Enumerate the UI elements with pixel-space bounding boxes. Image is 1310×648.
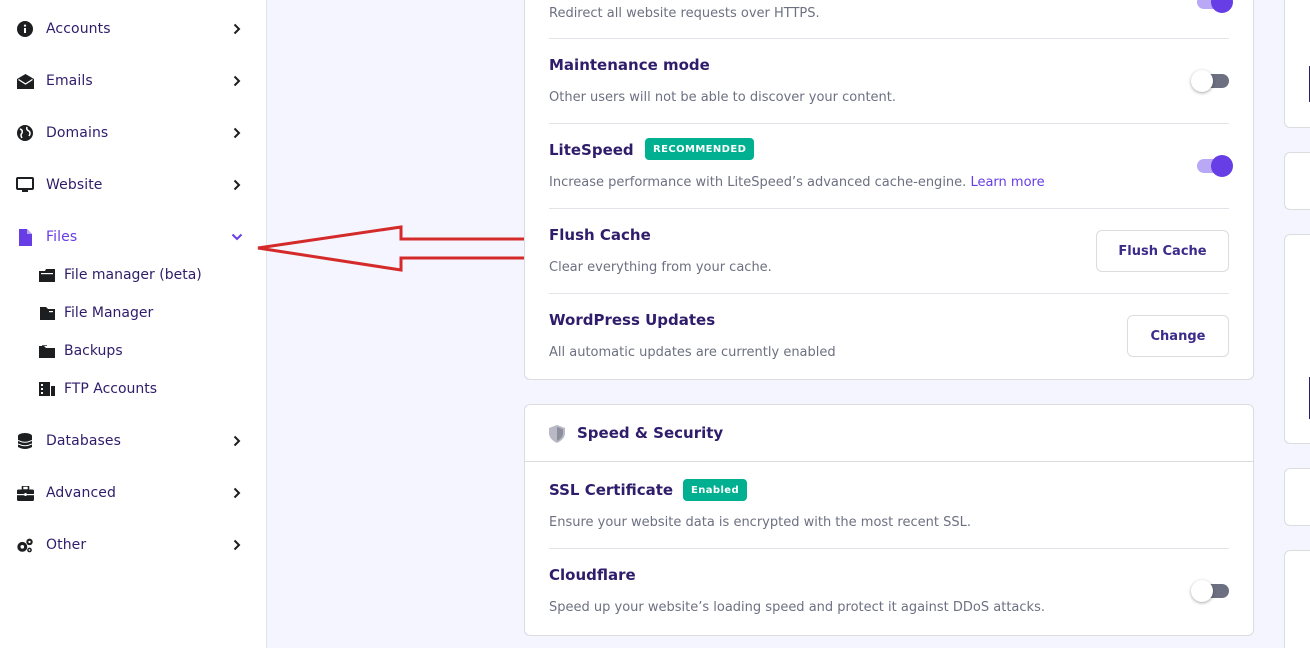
change-updates-button[interactable]: Change — [1127, 315, 1229, 357]
sidebar-subitem-backups[interactable]: Backups — [0, 335, 266, 367]
info-icon — [16, 20, 34, 38]
monitor-icon — [16, 176, 34, 194]
right-card-2 — [1284, 152, 1310, 210]
flush-cache-description: Clear everything from your cache. — [549, 260, 772, 275]
sidebar-item-domains[interactable]: Domains — [0, 113, 266, 153]
backup-folder-icon — [39, 343, 55, 359]
divider — [549, 208, 1229, 209]
ssl-certificate-description: Ensure your website data is encrypted wi… — [549, 515, 971, 530]
cloudflare-description: Speed up your website’s loading speed an… — [549, 600, 1045, 615]
sidebar-item-label: Databases — [46, 433, 121, 449]
envelope-icon — [16, 72, 34, 90]
sidebar-subitem-ftp-accounts[interactable]: FTP Accounts — [0, 373, 266, 405]
sidebar-item-accounts[interactable]: Accounts — [0, 9, 266, 49]
divider — [549, 293, 1229, 294]
maintenance-mode-title: Maintenance mode — [549, 56, 710, 74]
sidebar-item-other[interactable]: Other — [0, 525, 266, 565]
website-settings-card: Redirect all website requests over HTTPS… — [524, 0, 1254, 380]
litespeed-title: LiteSpeed — [549, 141, 634, 159]
sidebar-item-label: Website — [46, 177, 103, 193]
flush-cache-title: Flush Cache — [549, 226, 651, 244]
toolbox-icon — [16, 484, 34, 502]
chevron-right-icon — [231, 435, 243, 447]
gears-icon — [16, 536, 34, 554]
wordpress-updates-title: WordPress Updates — [549, 311, 716, 329]
chevron-right-icon — [231, 179, 243, 191]
sidebar-item-label: Emails — [46, 73, 93, 89]
right-card-4 — [1284, 468, 1310, 526]
globe-icon — [16, 124, 34, 142]
database-icon — [16, 432, 34, 450]
ssl-enabled-badge: Enabled — [683, 479, 748, 501]
sidebar-item-label: Domains — [46, 125, 109, 141]
chevron-right-icon — [231, 75, 243, 87]
sidebar-item-label: Other — [46, 537, 87, 553]
https-description: Redirect all website requests over HTTPS… — [549, 6, 820, 21]
ssl-certificate-title: SSL Certificate — [549, 481, 674, 499]
chevron-right-icon — [231, 23, 243, 35]
sidebar-item-emails[interactable]: Emails — [0, 61, 266, 101]
divider — [549, 38, 1229, 39]
chevron-right-icon — [231, 539, 243, 551]
header-divider — [525, 461, 1253, 462]
folder-open-icon — [39, 267, 55, 283]
litespeed-description: Increase performance with LiteSpeed’s ad… — [549, 175, 1045, 190]
sidebar-item-label: Accounts — [46, 21, 111, 37]
sidebar-item-label: Advanced — [46, 485, 116, 501]
sidebar-subitem-file-manager[interactable]: File Manager — [0, 297, 266, 329]
sidebar-item-advanced[interactable]: Advanced — [0, 473, 266, 513]
right-card-5 — [1284, 550, 1310, 648]
maintenance-mode-toggle[interactable] — [1191, 70, 1233, 92]
litespeed-description-text: Increase performance with LiteSpeed’s ad… — [549, 175, 967, 190]
divider — [549, 123, 1229, 124]
annotation-arrow — [257, 225, 543, 272]
sidebar: Accounts Emails Domains Website Files Fi… — [0, 0, 267, 648]
chevron-right-icon — [231, 127, 243, 139]
right-card-1 — [1284, 0, 1310, 128]
sidebar-subitem-label: File Manager — [64, 305, 154, 321]
sidebar-subitem-label: File manager (beta) — [64, 267, 202, 283]
chevron-right-icon — [231, 487, 243, 499]
flush-cache-button[interactable]: Flush Cache — [1096, 230, 1229, 272]
sidebar-subitem-label: Backups — [64, 343, 123, 359]
sidebar-item-website[interactable]: Website — [0, 165, 266, 205]
sidebar-item-label: Files — [46, 229, 78, 245]
cloudflare-toggle[interactable] — [1191, 580, 1233, 602]
sidebar-subitem-label: FTP Accounts — [64, 381, 158, 397]
recommended-badge: RECOMMENDED — [645, 138, 755, 160]
sidebar-subitem-file-manager-beta[interactable]: File manager (beta) — [0, 259, 266, 291]
chevron-down-icon — [231, 231, 243, 243]
https-toggle[interactable] — [1193, 0, 1233, 13]
wordpress-updates-description: All automatic updates are currently enab… — [549, 345, 836, 360]
folder-icon — [39, 305, 55, 321]
divider — [549, 548, 1229, 549]
sidebar-item-files[interactable]: Files — [0, 217, 266, 257]
right-card-3 — [1284, 234, 1310, 444]
ftp-icon — [39, 381, 55, 397]
litespeed-toggle[interactable] — [1193, 155, 1233, 177]
file-icon — [16, 228, 34, 246]
speed-security-title: Speed & Security — [577, 424, 724, 442]
maintenance-mode-description: Other users will not be able to discover… — [549, 90, 897, 105]
shield-icon — [549, 425, 565, 447]
speed-security-card: Speed & Security SSL Certificate Enabled… — [524, 404, 1254, 636]
sidebar-item-databases[interactable]: Databases — [0, 421, 266, 461]
learn-more-link[interactable]: Learn more — [970, 175, 1044, 190]
cloudflare-title: Cloudflare — [549, 566, 636, 584]
